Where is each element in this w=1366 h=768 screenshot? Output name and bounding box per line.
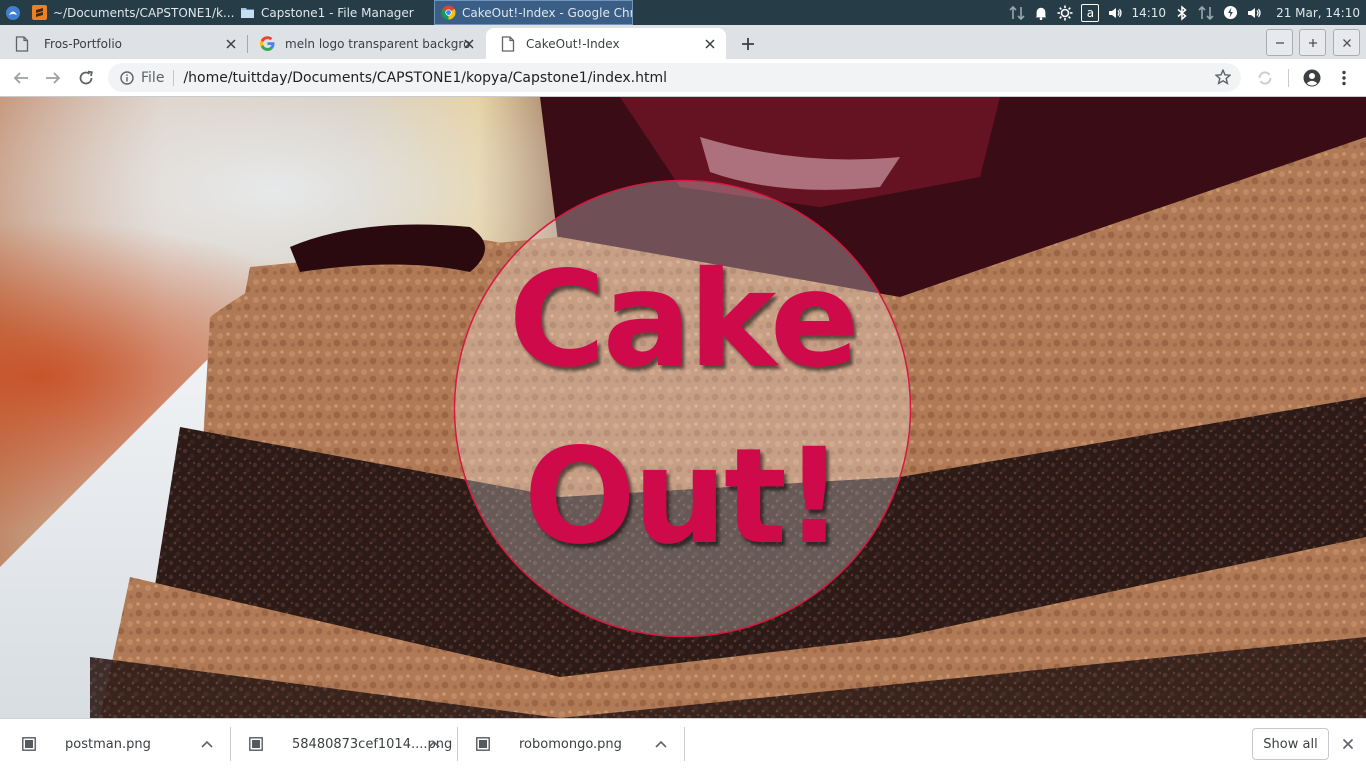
network-icon[interactable] [1198,5,1214,21]
taskbar-task-label: Capstone1 - File Manager [261,5,414,20]
chevron-up-icon[interactable] [199,736,215,752]
minimize-window-button[interactable] [1266,29,1293,56]
browser-toolbar: File /home/tuittday/Documents/CAPSTONE1/… [0,59,1366,97]
volume-icon[interactable] [1246,5,1262,21]
close-tab-icon[interactable] [461,36,477,52]
close-tab-icon[interactable] [702,36,718,52]
taskbar-task-label: ~/Documents/CAPSTONE1/k... [53,5,234,20]
url-text[interactable]: /home/tuittday/Documents/CAPSTONE1/kopya… [183,70,667,86]
address-bar[interactable]: File /home/tuittday/Documents/CAPSTONE1/… [108,63,1241,92]
download-separator [230,727,231,761]
bluetooth-icon[interactable] [1174,4,1190,21]
download-shelf: postman.png 58480873cef1014....png robom… [0,718,1366,768]
chevron-up-icon[interactable] [653,736,669,752]
download-item-robomongo[interactable]: robomongo.png [475,719,680,768]
google-icon [259,36,275,52]
chrome-icon [441,5,456,20]
clock[interactable]: 14:10 [1131,6,1166,20]
maximize-window-button[interactable] [1299,29,1326,56]
notification-bell-icon[interactable] [1033,5,1049,21]
power-icon[interactable] [1222,5,1238,21]
brightness-icon[interactable] [1057,5,1073,21]
download-separator [457,727,458,761]
sublime-text-icon [32,5,47,20]
network-activity-icon[interactable] [1009,5,1026,21]
system-taskbar: ~/Documents/CAPSTONE1/k... Capstone1 - F… [0,0,1366,25]
tab-label: CakeOut!-Index [526,36,620,51]
chrome-menu-icon[interactable] [1334,68,1354,88]
extension-sync-icon[interactable] [1255,68,1275,88]
page-viewport: Cake Out! [0,97,1366,718]
download-filename: robomongo.png [519,736,622,752]
close-download-shelf-icon[interactable] [1340,736,1356,752]
back-button[interactable] [8,65,34,91]
taskbar-task-editor[interactable]: ~/Documents/CAPSTONE1/k... [26,0,234,25]
reload-button[interactable] [73,65,99,91]
volume-icon[interactable] [1107,5,1123,21]
download-item-58480873[interactable]: 58480873cef1014....png [248,719,453,768]
browser-tab-strip: Fros-Portfolio meln logo transparent bac… [0,25,1366,59]
taskbar-task-label: CakeOut!-Index - Google Chr... [462,5,633,20]
image-file-icon [21,736,37,752]
image-file-icon [475,736,491,752]
profile-avatar-icon[interactable] [1302,68,1322,88]
logo-text-line1: Cake [508,243,860,397]
omnibox-divider [173,69,175,86]
page-icon [14,35,30,52]
site-info-icon[interactable] [119,70,135,86]
taskbar-task-file-manager[interactable]: Capstone1 - File Manager [234,0,434,25]
tab-google-search[interactable]: meln logo transparent backgro [248,28,485,59]
tab-label: meln logo transparent backgro [285,36,471,51]
bookmark-star-icon[interactable] [1215,69,1231,85]
download-filename: postman.png [65,736,151,752]
url-scheme-label: File [141,69,165,86]
taskbar-task-chrome[interactable]: CakeOut!-Index - Google Chr... [434,0,633,25]
cakeout-logo[interactable]: Cake Out! [453,179,912,638]
logo-text-line2: Out! [523,420,844,574]
page-icon [500,35,516,52]
tab-label: Fros-Portfolio [44,36,122,51]
toolbar-divider [1288,69,1289,87]
download-separator [684,727,685,761]
keyboard-layout-indicator[interactable]: a [1081,3,1100,22]
forward-button[interactable] [40,65,66,91]
download-item-postman[interactable]: postman.png [21,719,226,768]
new-tab-button[interactable] [735,31,761,57]
date-clock[interactable]: 21 Mar, 14:10 [1276,6,1360,20]
app-menu-icon[interactable] [0,0,26,25]
close-window-button[interactable] [1333,29,1360,56]
folder-icon [240,5,255,20]
chevron-up-icon[interactable] [426,736,442,752]
show-all-downloads-button[interactable]: Show all [1252,728,1329,760]
image-file-icon [248,736,264,752]
close-tab-icon[interactable] [223,36,239,52]
tab-fros-portfolio[interactable]: Fros-Portfolio [0,28,247,59]
tab-cakeout-index[interactable]: CakeOut!-Index [486,28,726,59]
